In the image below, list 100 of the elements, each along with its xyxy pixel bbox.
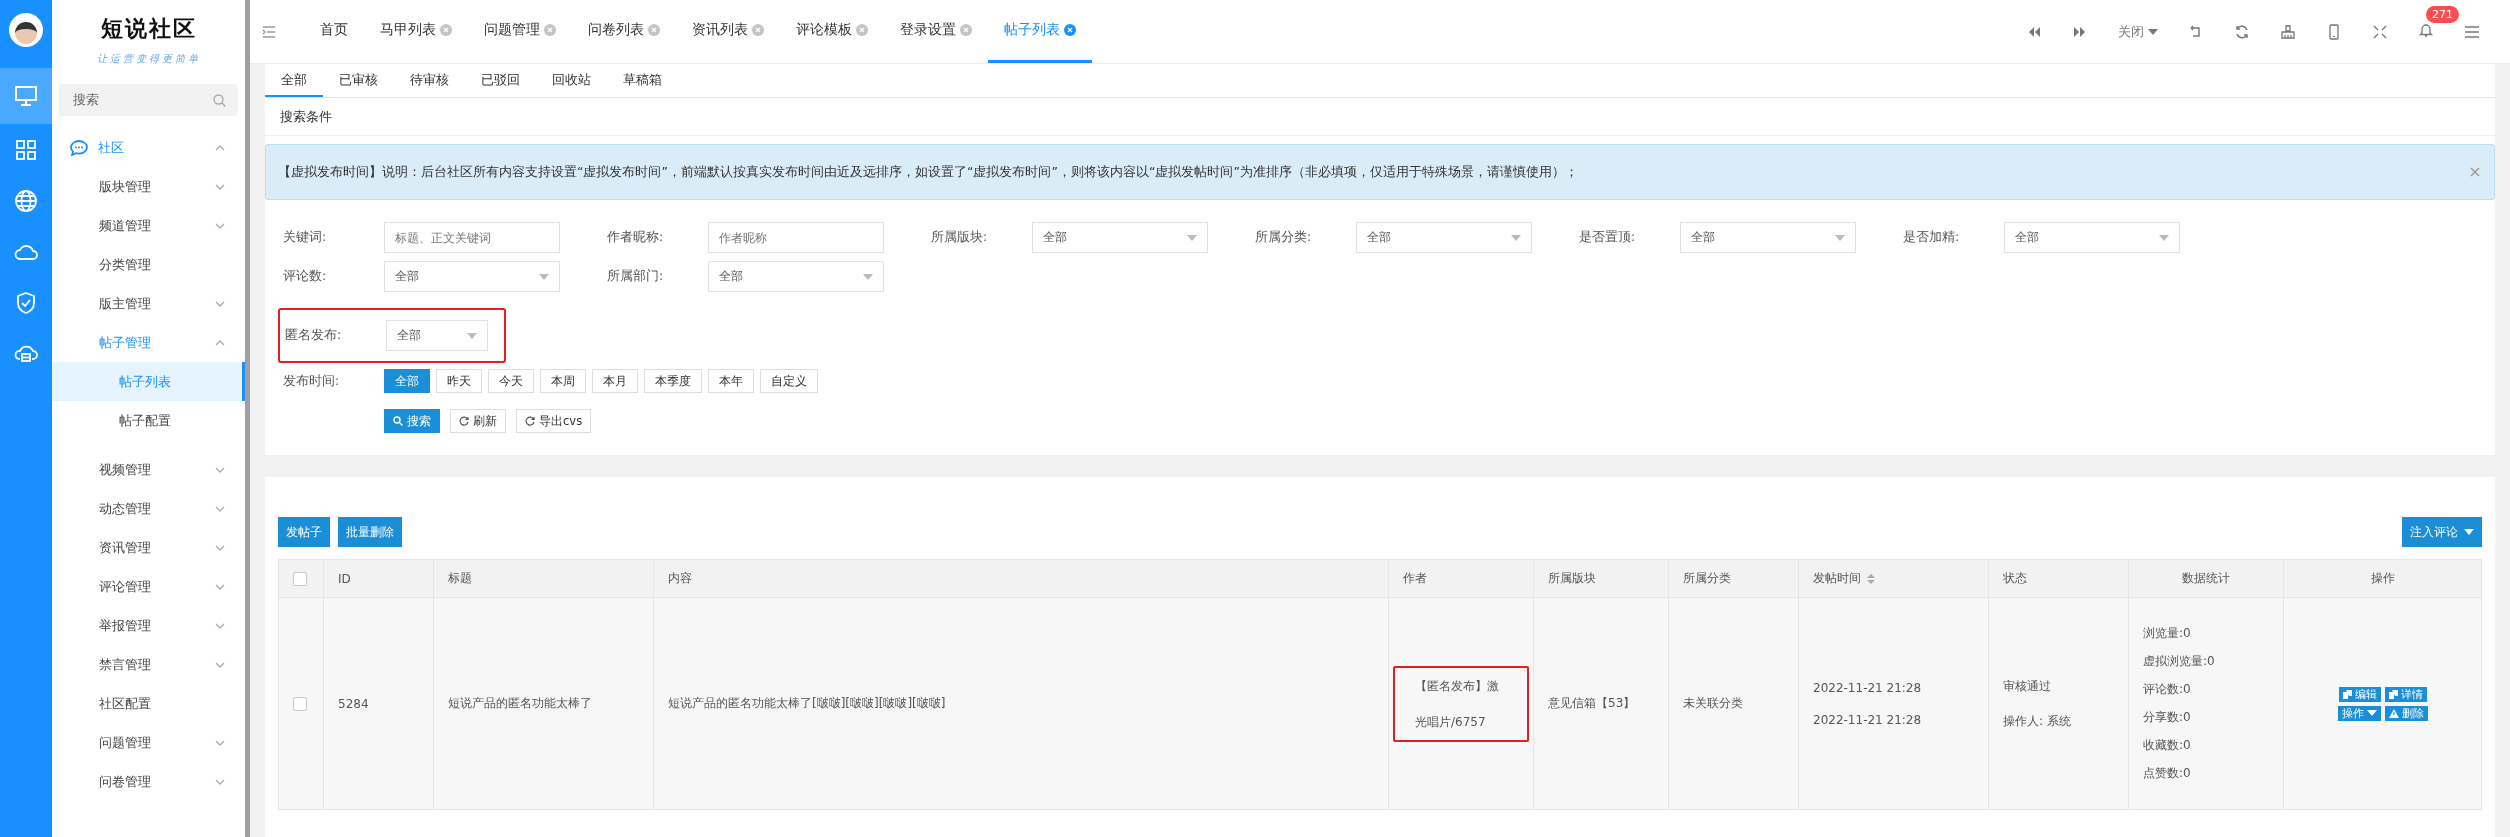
- sidebar-item[interactable]: 社区配置: [52, 684, 245, 723]
- edit-button[interactable]: 编辑: [2338, 686, 2381, 702]
- time-option[interactable]: 自定义: [760, 369, 818, 393]
- close-icon[interactable]: [960, 24, 972, 36]
- broom-icon[interactable]: [2280, 23, 2296, 40]
- time-option[interactable]: 昨天: [436, 369, 482, 393]
- time-option[interactable]: 今天: [488, 369, 534, 393]
- column-header: 所属分类: [1668, 559, 1799, 598]
- time-option[interactable]: 本周: [540, 369, 586, 393]
- status-tab[interactable]: 已审核: [323, 64, 394, 97]
- bell-icon[interactable]: [2418, 22, 2434, 38]
- new-post-button[interactable]: 发帖子: [278, 517, 330, 547]
- sidebar-item[interactable]: 问题管理: [52, 723, 245, 762]
- page-tab[interactable]: 登录设置: [884, 0, 988, 63]
- sidebar-item[interactable]: 问卷管理: [52, 762, 245, 801]
- author-cell: 【匿名发布】激光唱片/6757: [1393, 665, 1529, 742]
- status-text: 审核通过: [2003, 677, 2052, 695]
- checkbox[interactable]: [293, 696, 307, 711]
- field-label: 所属部门:: [607, 268, 665, 285]
- sidebar-item[interactable]: 帖子配置: [52, 401, 245, 440]
- batch-delete-button[interactable]: 批量删除: [338, 517, 402, 547]
- sidebar-item[interactable]: 评论管理: [52, 567, 245, 606]
- time-option[interactable]: 本年: [708, 369, 754, 393]
- close-menu[interactable]: 关闭: [2118, 22, 2158, 41]
- detail-button[interactable]: 详情: [2384, 686, 2427, 702]
- cloud-box-icon: [14, 344, 38, 363]
- sidebar-item[interactable]: 举报管理: [52, 606, 245, 645]
- brand-title: 短说社区: [100, 15, 197, 43]
- refresh-icon[interactable]: [2234, 23, 2250, 40]
- close-icon[interactable]: [2470, 167, 2480, 177]
- monitor-icon: [15, 86, 37, 106]
- sidebar-item[interactable]: 视频管理: [52, 450, 245, 489]
- sidebar-item[interactable]: 禁言管理: [52, 645, 245, 684]
- sidebar-item[interactable]: 动态管理: [52, 489, 245, 528]
- time-option[interactable]: 本月: [592, 369, 638, 393]
- notification-badge: 271: [2426, 6, 2459, 23]
- avatar[interactable]: [9, 13, 43, 47]
- select-field[interactable]: 全部: [1356, 222, 1532, 253]
- export-button[interactable]: 导出cvs: [516, 409, 592, 433]
- table-cell: 短说产品的匿名功能太棒了: [433, 597, 654, 810]
- inject-comments-button[interactable]: 注入评论: [2402, 517, 2482, 547]
- sidebar-item[interactable]: 频道管理: [52, 206, 245, 245]
- search-icon: [393, 416, 403, 426]
- page-tab[interactable]: 资讯列表: [676, 0, 780, 63]
- phone-icon[interactable]: [2326, 23, 2342, 40]
- sidebar-item[interactable]: 版主管理: [52, 284, 245, 323]
- close-icon[interactable]: [1064, 24, 1076, 36]
- page-tab[interactable]: 首页: [304, 0, 364, 63]
- select-field[interactable]: 全部: [384, 261, 560, 292]
- input-field[interactable]: 标题、正文关键词: [384, 222, 560, 253]
- stat-text: 点赞数:0: [2143, 765, 2192, 782]
- time-option[interactable]: 全部: [384, 369, 430, 393]
- status-tab[interactable]: 全部: [265, 64, 323, 97]
- delete-button[interactable]: 删除: [2384, 705, 2428, 721]
- close-icon[interactable]: [544, 24, 556, 36]
- sidebar-item[interactable]: 资讯管理: [52, 528, 245, 567]
- page-tab[interactable]: 问卷列表: [572, 0, 676, 63]
- page-tab[interactable]: 评论模板: [780, 0, 884, 63]
- menu-icon[interactable]: [2464, 23, 2480, 40]
- chevron-down-icon: [215, 583, 225, 590]
- fullscreen-icon[interactable]: [2372, 23, 2388, 40]
- close-icon[interactable]: [440, 24, 452, 36]
- status-tab[interactable]: 已驳回: [465, 64, 536, 97]
- close-icon[interactable]: [752, 24, 764, 36]
- operator-text: 操作人: 系统: [2003, 712, 2072, 730]
- select-field[interactable]: 全部: [1680, 222, 1856, 253]
- page-tab[interactable]: 马甲列表: [364, 0, 468, 63]
- sidebar-item[interactable]: 版块管理: [52, 167, 245, 206]
- column-header[interactable]: 发帖时间: [1798, 559, 1989, 598]
- table-cell: 短说产品的匿名功能太棒了[啵啵][啵啵][啵啵][啵啵]: [653, 597, 1389, 810]
- operation-menu-button[interactable]: 操作: [2337, 705, 2381, 721]
- column-header: ID: [323, 559, 434, 598]
- status-tab[interactable]: 回收站: [536, 64, 607, 97]
- input-field[interactable]: 作者昵称: [708, 222, 884, 253]
- close-icon[interactable]: [856, 24, 868, 36]
- chevron-up-icon: [215, 144, 225, 151]
- select-field[interactable]: 全部: [2004, 222, 2180, 253]
- caret-icon: [863, 273, 873, 280]
- column-header: 数据统计: [2128, 559, 2284, 598]
- select-field[interactable]: 全部: [386, 320, 488, 351]
- time-option[interactable]: 本季度: [644, 369, 702, 393]
- select-field[interactable]: 全部: [708, 261, 884, 292]
- column-header: 作者: [1388, 559, 1534, 598]
- caret-icon: [1511, 234, 1521, 241]
- checkbox[interactable]: [293, 571, 307, 586]
- column-header: 状态: [1988, 559, 2129, 598]
- page-tab[interactable]: 问题管理: [468, 0, 572, 63]
- refresh-button[interactable]: 刷新: [450, 409, 506, 433]
- close-icon[interactable]: [648, 24, 660, 36]
- search-field[interactable]: 搜索: [59, 84, 238, 116]
- status-tab[interactable]: 草稿箱: [607, 64, 678, 97]
- stat-text: 虚拟浏览量:0: [2143, 653, 2216, 670]
- menu-fold-icon[interactable]: [262, 25, 276, 38]
- caret-icon: [2148, 28, 2158, 35]
- sidebar-item[interactable]: 分类管理: [52, 245, 245, 284]
- select-field[interactable]: 全部: [1032, 222, 1208, 253]
- search-button[interactable]: 搜索: [384, 409, 440, 433]
- chevron-down-icon: [215, 300, 225, 307]
- status-tab[interactable]: 待审核: [394, 64, 465, 97]
- sort-icon[interactable]: [1867, 573, 1875, 584]
